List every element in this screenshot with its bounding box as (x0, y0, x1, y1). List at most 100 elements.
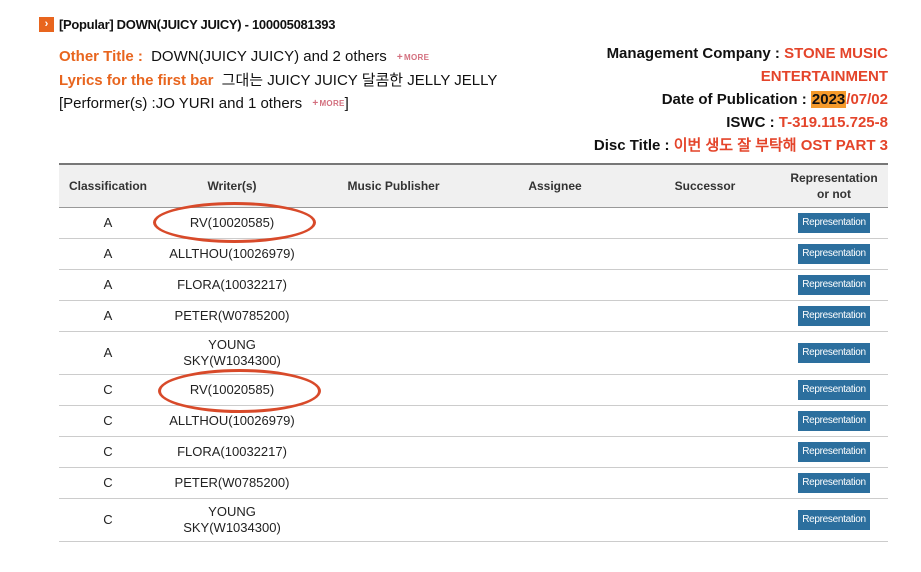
other-title-row: Other Title : DOWN(JUICY JUICY) and 2 ot… (59, 45, 497, 69)
writer-line1: RV(10020585) (189, 215, 275, 230)
cell-assignee (480, 300, 630, 332)
disc-value: 이번 생도 잘 부탁해 OST PART 3 (673, 137, 888, 154)
cell-publisher (307, 269, 480, 301)
cell-representation: Representation (780, 207, 888, 239)
writer-line1: RV(10020585) (189, 382, 275, 397)
cell-writer: FLORA(10032217) (157, 269, 307, 301)
cell-assignee (480, 498, 630, 542)
more-label: MORE (319, 99, 345, 109)
cell-classification: C (59, 467, 157, 499)
cell-successor (630, 269, 780, 301)
writer-line1: ALLTHOU(10026979) (169, 246, 295, 261)
representation-button[interactable]: Representation (798, 275, 870, 295)
cell-successor (630, 207, 780, 239)
representation-button[interactable]: Representation (798, 306, 870, 326)
representation-button[interactable]: Representation (798, 343, 870, 363)
chevron-right-icon: › (39, 16, 54, 32)
cell-writer: ALLTHOU(10026979) (157, 405, 307, 437)
cell-successor (630, 300, 780, 332)
cell-publisher (307, 331, 480, 375)
table-header: Classification Writer(s) Music Publisher… (59, 164, 888, 208)
performer-value: JO YURI and 1 others (155, 94, 303, 112)
cell-assignee (480, 405, 630, 437)
cell-classification: A (59, 331, 157, 375)
other-title-label: Other Title : (59, 48, 143, 65)
header-writers: Writer(s) (207, 179, 257, 193)
page-title: [Popular] DOWN(JUICY JUICY) - 1000050813… (59, 16, 336, 32)
cell-assignee (480, 374, 630, 406)
cell-representation: Representation (780, 498, 888, 542)
representation-button[interactable]: Representation (798, 244, 870, 264)
table-row: C PETER(W0785200) Representation (59, 467, 888, 499)
cell-successor (630, 331, 780, 375)
representation-button[interactable]: Representation (798, 510, 870, 530)
cell-writer: PETER(W0785200) (157, 467, 307, 499)
iswc-label: ISWC : (726, 114, 775, 131)
table-row: A YOUNG SKY(W1034300) Representation (59, 331, 888, 375)
writer-line1: FLORA(10032217) (177, 277, 287, 292)
cell-assignee (480, 269, 630, 301)
representation-button[interactable]: Representation (798, 473, 870, 493)
cell-assignee (480, 436, 630, 468)
management-value-line1: STONE MUSIC (784, 45, 888, 62)
cell-representation: Representation (780, 238, 888, 270)
cell-writer: RV(10020585) (157, 207, 307, 239)
performer-row: [Performer(s) :JO YURI and 1 others +MOR… (59, 92, 497, 116)
writer-line2: SKY(W1034300) (183, 520, 281, 535)
lyrics-value: 그대는 JUICY JUICY 달콤한 JELLY JELLY (221, 71, 498, 89)
table-body: A RV(10020585) Representation A ALLTHOU(… (59, 207, 888, 542)
cell-representation: Representation (780, 405, 888, 437)
writer-line1: FLORA(10032217) (177, 444, 287, 459)
performer-more-link[interactable]: +MORE (312, 92, 344, 115)
publication-rest: /07/02 (846, 91, 888, 108)
cell-classification: A (59, 238, 157, 270)
plus-icon: + (312, 98, 319, 110)
publication-row: Date of Publication : 2023/07/02 (594, 88, 888, 111)
publication-label: Date of Publication : (661, 91, 807, 108)
cell-classification: A (59, 207, 157, 239)
cell-classification: A (59, 269, 157, 301)
cell-classification: C (59, 374, 157, 406)
cell-classification: C (59, 405, 157, 437)
table-row: C YOUNG SKY(W1034300) Representation (59, 498, 888, 542)
cell-classification: C (59, 498, 157, 542)
cell-representation: Representation (780, 467, 888, 499)
iswc-value: T-319.115.725-8 (778, 114, 888, 131)
more-label: MORE (404, 52, 430, 62)
management-label: Management Company : (606, 45, 780, 62)
cell-successor (630, 374, 780, 406)
cell-successor (630, 238, 780, 270)
cell-publisher (307, 300, 480, 332)
writer-line1: PETER(W0785200) (174, 308, 290, 323)
header-representation-l2: or not (817, 187, 851, 201)
song-info-right: Management Company : STONE MUSIC ENTERTA… (594, 42, 888, 157)
writer-line1: YOUNG (208, 504, 256, 519)
management-value-line2: ENTERTAINMENT (760, 68, 888, 85)
representation-button[interactable]: Representation (798, 380, 870, 400)
cell-publisher (307, 498, 480, 542)
header-representation-l1: Representation (790, 171, 878, 185)
management-row: Management Company : STONE MUSIC (594, 42, 888, 65)
cell-successor (630, 498, 780, 542)
lyrics-label: Lyrics for the first bar (59, 71, 214, 89)
cell-writer: RV(10020585) (157, 374, 307, 406)
representation-button[interactable]: Representation (798, 442, 870, 462)
iswc-row: ISWC : T-319.115.725-8 (594, 111, 888, 134)
representation-button[interactable]: Representation (798, 213, 870, 233)
cell-classification: A (59, 300, 157, 332)
cell-writer: YOUNG SKY(W1034300) (157, 498, 307, 542)
other-title-value: DOWN(JUICY JUICY) and 2 others (151, 48, 387, 65)
cell-publisher (307, 207, 480, 239)
cell-assignee (480, 331, 630, 375)
rights-table: Classification Writer(s) Music Publisher… (59, 163, 888, 542)
cell-representation: Representation (780, 436, 888, 468)
header-successor: Successor (674, 179, 736, 193)
cell-writer: FLORA(10032217) (157, 436, 307, 468)
cell-representation: Representation (780, 374, 888, 406)
cell-publisher (307, 374, 480, 406)
other-title-more-link[interactable]: +MORE (397, 46, 429, 69)
cell-writer: ALLTHOU(10026979) (157, 238, 307, 270)
representation-button[interactable]: Representation (798, 411, 870, 431)
publication-year: 2023 (810, 91, 847, 108)
cell-publisher (307, 238, 480, 270)
